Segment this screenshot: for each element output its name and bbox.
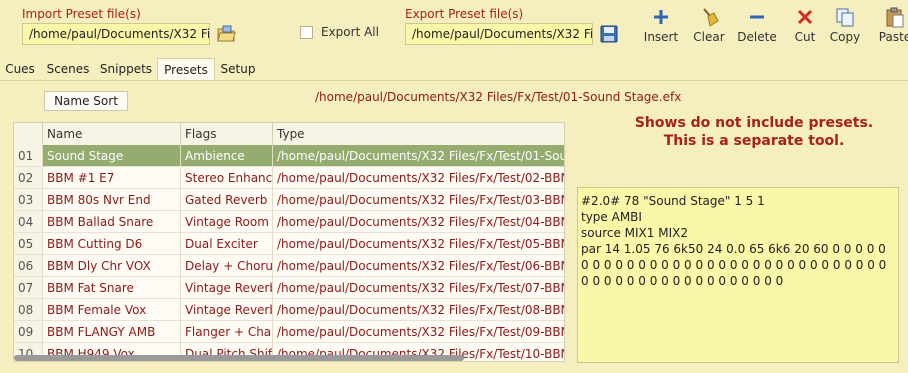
delete-label: Delete	[737, 30, 777, 44]
cell-index: 02	[14, 167, 43, 189]
tab-cues[interactable]: Cues	[2, 58, 38, 80]
table-row[interactable]: 09BBM FLANGY AMBFlanger + Chamb/home/pau…	[14, 321, 564, 343]
cell-index: 01	[14, 145, 43, 167]
cell-type: /home/paul/Documents/X32 Files/Fx/Test/0…	[273, 145, 564, 167]
tab-snippets[interactable]: Snippets	[98, 58, 154, 80]
import-label: Import Preset file(s)	[22, 7, 141, 21]
cell-flags: Dual Exciter	[181, 233, 273, 255]
export-all-label: Export All	[321, 25, 379, 39]
header-name[interactable]: Name	[43, 123, 181, 145]
table-row[interactable]: 08 BBM Female Vox Vintage Reverb/home/paul…	[14, 299, 564, 321]
save-icon[interactable]	[599, 24, 619, 44]
copy-button[interactable]: Copy	[821, 6, 869, 44]
tab-scenes[interactable]: Scenes	[44, 58, 92, 80]
cell-flags: Vintage Room	[181, 211, 273, 233]
header-index	[14, 123, 43, 145]
table-row[interactable]: 05 BBM Cutting D6 Dual Exciter/home/paul/D…	[14, 233, 564, 255]
copy-label: Copy	[829, 30, 861, 44]
cell-name: BBM 80s Nvr End	[43, 189, 181, 211]
open-folder-icon[interactable]	[216, 24, 236, 44]
export-all-checkbox[interactable]	[300, 26, 313, 39]
cell-type: /home/paul/Documents/X32 Files/Fx/Test/0…	[273, 211, 564, 233]
cell-type: /home/paul/Documents/X32 Files/Fx/Test/0…	[273, 277, 564, 299]
cell-flags: Stereo Enhance	[181, 167, 273, 189]
preset-text-area[interactable]: #2.0# 78 "Sound Stage" 1 5 1 type AMBI s…	[577, 187, 899, 363]
broom-icon	[685, 6, 733, 28]
cell-name: BBM Cutting D6	[43, 233, 181, 255]
notice-line-2: This is a separate tool.	[663, 133, 845, 149]
cell-name: BBM Ballad Snare	[43, 211, 181, 233]
notice-line-1: Shows do not include presets.	[634, 115, 874, 131]
paste-label: Paste	[878, 30, 908, 44]
insert-label: Insert	[643, 30, 679, 44]
paste-button[interactable]: Paste	[871, 6, 908, 44]
name-sort-button[interactable]: Name Sort	[44, 91, 128, 111]
cell-flags: Flanger + Chamb	[181, 321, 273, 343]
cell-type: /home/paul/Documents/X32 Files/Fx/Test/0…	[273, 167, 564, 189]
cell-index: 09	[14, 321, 43, 343]
cell-index: 05	[14, 233, 43, 255]
cell-index: 07	[14, 277, 43, 299]
cell-name: BBM Fat Snare	[43, 277, 181, 299]
table-row[interactable]: 07 BBM Fat Snare Vintage Reverb/home/paul/…	[14, 277, 564, 299]
table-row[interactable]: 02 BBM #1 E7 Stereo Enhance/home/paul/Docu…	[14, 167, 564, 189]
cell-index: 04	[14, 211, 43, 233]
preset-table: Name Flags Type 01 Sound Stage Ambience/ho…	[13, 122, 565, 362]
cell-type: /home/paul/Documents/X32 Files/Fx/Test/0…	[273, 255, 564, 277]
cell-type: /home/paul/Documents/X32 Files/Fx/Test/0…	[273, 189, 564, 211]
horizontal-scroll-thumb[interactable]	[14, 355, 464, 361]
cell-name: BBM #1 E7	[43, 167, 181, 189]
cell-index: 03	[14, 189, 43, 211]
insert-button[interactable]: Insert	[637, 6, 685, 44]
header-flags[interactable]: Flags	[181, 123, 273, 145]
clear-label: Clear	[693, 30, 725, 44]
cell-flags: Gated Reverb	[181, 189, 273, 211]
export-label: Export Preset file(s)	[405, 7, 524, 21]
cell-name: BBM FLANGY AMB	[43, 321, 181, 343]
cell-type: /home/paul/Documents/X32 Files/Fx/Test/0…	[273, 321, 564, 343]
cell-name: Sound Stage	[43, 145, 181, 167]
clear-button[interactable]: Clear	[685, 6, 733, 44]
table-row[interactable]: 03 BBM 80s Nvr End Gated Reverb/home/paul/…	[14, 189, 564, 211]
cell-name: BBM Female Vox	[43, 299, 181, 321]
header-type[interactable]: Type	[273, 123, 564, 145]
paste-icon	[871, 6, 908, 28]
cell-index: 06	[14, 255, 43, 277]
import-path-field[interactable]: /home/paul/Documents/X32 Files	[22, 23, 210, 45]
tab-presets[interactable]: Presets	[157, 58, 215, 80]
plus-icon	[637, 6, 685, 28]
table-row[interactable]: 04 BBM Ballad Snare Vintage Room/home/paul…	[14, 211, 564, 233]
tab-setup[interactable]: Setup	[218, 58, 258, 80]
cell-flags: Ambience	[181, 145, 273, 167]
current-preset-path: /home/paul/Documents/X32 Files/Fx/Test/0…	[315, 90, 682, 104]
cell-name: BBM Dly Chr VOX	[43, 255, 181, 277]
notice-text: Shows do not include presets. This is a …	[600, 114, 908, 150]
tab-bar: Cues Scenes Snippets Presets Setup	[0, 58, 908, 81]
cell-type: /home/paul/Documents/X32 Files/Fx/Test/0…	[273, 233, 564, 255]
cell-flags: Vintage Reverb	[181, 299, 273, 321]
copy-icon	[821, 6, 869, 28]
cell-flags: Vintage Reverb	[181, 277, 273, 299]
delete-button[interactable]: Delete	[733, 6, 781, 44]
table-row[interactable]: 01 Sound Stage Ambience/home/paul/Document…	[14, 145, 564, 167]
cut-label: Cut	[794, 30, 816, 44]
table-header: Name Flags Type	[14, 123, 564, 146]
cell-index: 08	[14, 299, 43, 321]
cell-type: /home/paul/Documents/X32 Files/Fx/Test/0…	[273, 299, 564, 321]
export-path-field[interactable]: /home/paul/Documents/X32 Files	[405, 23, 593, 45]
cell-flags: Delay + Chorus	[181, 255, 273, 277]
table-row[interactable]: 06 BBM Dly Chr VOX Delay + Chorus/home/pau…	[14, 255, 564, 277]
minus-icon	[733, 6, 781, 28]
